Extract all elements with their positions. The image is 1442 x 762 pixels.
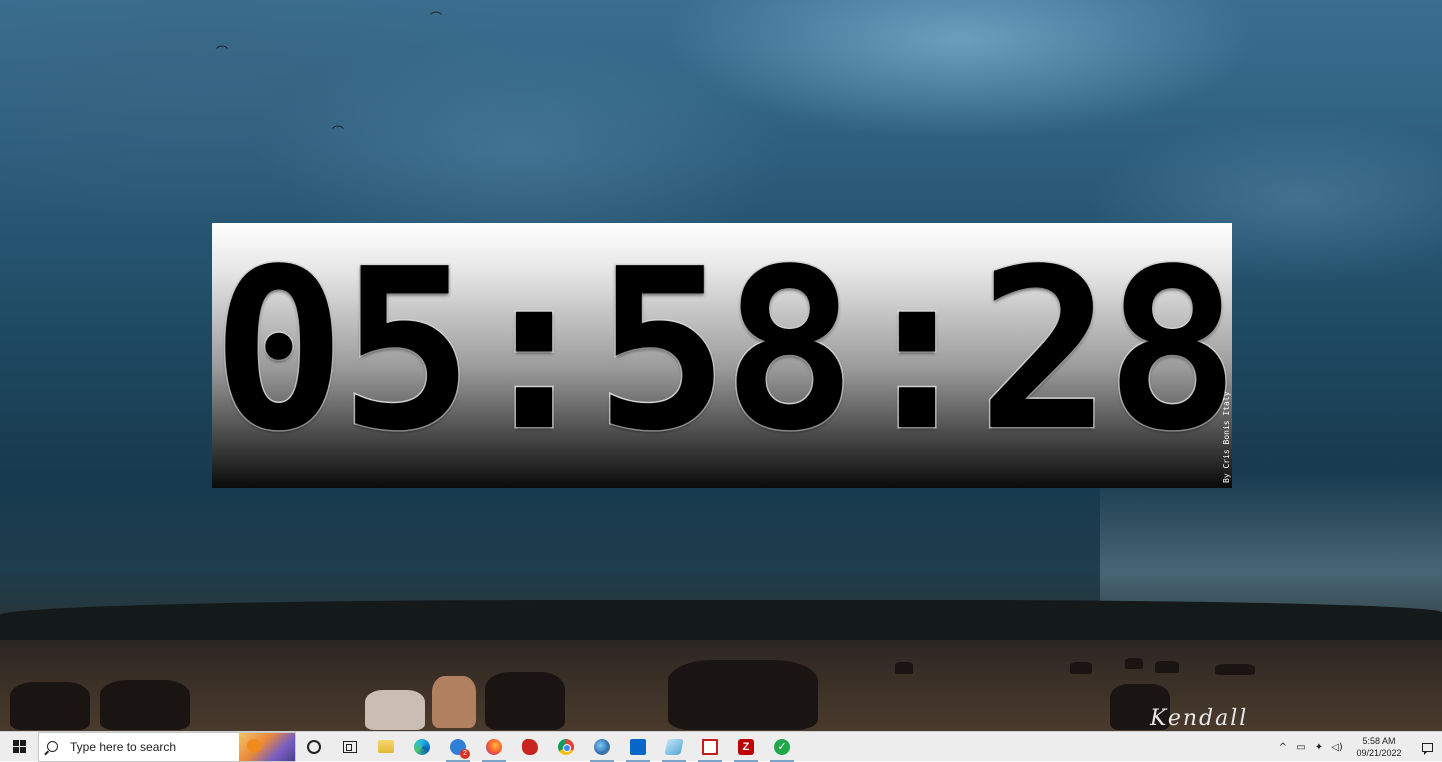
- network-icon[interactable]: ▭: [1292, 732, 1310, 762]
- dropbox-icon[interactable]: ✦: [1310, 732, 1328, 762]
- cortana-icon: [307, 739, 321, 754]
- cow-silhouette: [10, 682, 90, 730]
- file-explorer-button[interactable]: [368, 732, 404, 762]
- chrome-button[interactable]: [548, 732, 584, 762]
- cow-silhouette: [1155, 661, 1179, 673]
- cow-silhouette: [1215, 664, 1255, 675]
- search-icon: [47, 741, 58, 752]
- volume-icon[interactable]: ◁): [1328, 732, 1346, 762]
- cow-silhouette: [895, 662, 913, 674]
- start-button[interactable]: [0, 732, 38, 762]
- cow-silhouette: [100, 680, 190, 730]
- tray-clock[interactable]: 5:58 AM 09/21/2022: [1350, 735, 1408, 759]
- firefox-button[interactable]: [476, 732, 512, 762]
- cow-silhouette: [485, 672, 565, 730]
- remote-desktop-button[interactable]: [656, 732, 692, 762]
- wallpaper-signature: Kendall: [1150, 706, 1249, 731]
- clock-credit: By Cris Bonis Italy: [1222, 391, 1231, 483]
- paint-button[interactable]: [512, 732, 548, 762]
- chevron-up-icon[interactable]: ^: [1274, 732, 1292, 762]
- cow-silhouette: [1125, 658, 1143, 669]
- paint-icon: [522, 738, 538, 755]
- globe-icon: [594, 738, 610, 755]
- edge-icon: [414, 738, 430, 755]
- system-tray: ^ ▭ ✦ ◁) 5:58 AM 09/21/2022: [1274, 732, 1442, 762]
- cow-silhouette: [365, 690, 425, 730]
- media-icon: [702, 738, 718, 755]
- task-view-icon: [343, 740, 357, 753]
- filezilla-button[interactable]: Z: [728, 732, 764, 762]
- notification-icon: [1421, 742, 1433, 755]
- store-icon: [630, 738, 646, 755]
- cortana-button[interactable]: [296, 732, 332, 762]
- firefox-icon: [486, 738, 502, 755]
- search-highlight-icon[interactable]: [239, 732, 295, 761]
- action-center-button[interactable]: [1412, 732, 1442, 762]
- task-view-button[interactable]: [332, 732, 368, 762]
- remote-desktop-icon: [664, 738, 684, 755]
- tray-date: 09/21/2022: [1356, 748, 1402, 758]
- check-app-button[interactable]: ✓: [764, 732, 800, 762]
- notification-badge: 2: [460, 748, 470, 759]
- bird-silhouette: ⌒: [332, 125, 345, 139]
- search-input[interactable]: [68, 738, 242, 755]
- tray-time: 5:58 AM: [1362, 736, 1396, 746]
- globe-app-button[interactable]: [584, 732, 620, 762]
- clock-widget[interactable]: 05:58:28 By Cris Bonis Italy: [212, 223, 1232, 488]
- cow-silhouette: [432, 676, 476, 728]
- edge-button[interactable]: [404, 732, 440, 762]
- filezilla-icon: Z: [738, 738, 754, 755]
- windows-icon: [12, 740, 26, 753]
- cow-silhouette: [1070, 662, 1092, 674]
- store-button[interactable]: [620, 732, 656, 762]
- file-explorer-icon: [378, 740, 394, 753]
- mail-button[interactable]: 2: [440, 732, 476, 762]
- media-app-button[interactable]: [692, 732, 728, 762]
- chrome-icon: [558, 738, 574, 755]
- bird-silhouette: ⌒: [216, 45, 229, 59]
- taskbar: 2 Z ✓ ^ ▭ ✦ ◁) 5:58 AM 09/21/2022: [0, 731, 1442, 762]
- clock-time: 05:58:28: [212, 223, 1232, 480]
- bird-silhouette: ⌒: [430, 11, 443, 25]
- check-icon: ✓: [774, 738, 790, 755]
- cow-silhouette: [668, 660, 818, 730]
- desktop-wallpaper: ⌒ ⌒ ⌒ Kendall 05:58:28 By Cris Bonis Ita…: [0, 0, 1442, 731]
- search-box[interactable]: [38, 731, 296, 762]
